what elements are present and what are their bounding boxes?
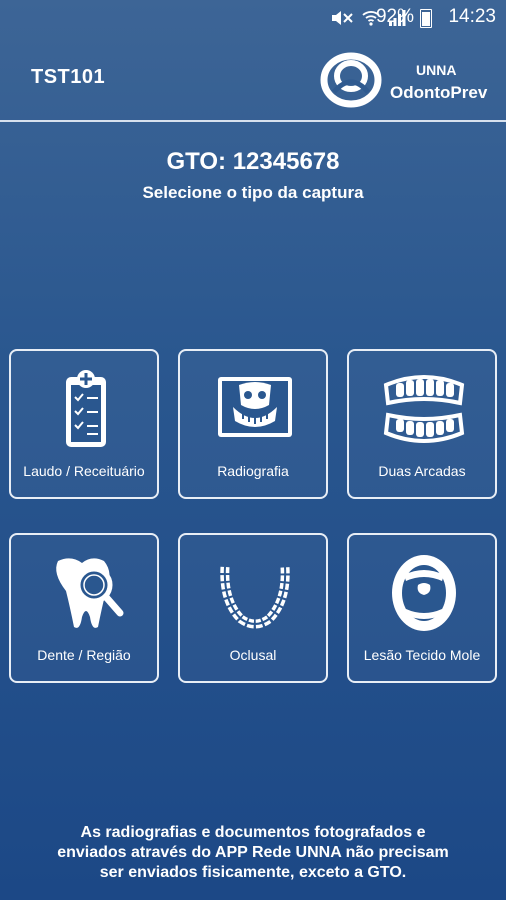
tile-lesao-tecido-mole[interactable]: Lesão Tecido Mole: [347, 533, 497, 683]
open-mouth-icon: [392, 555, 456, 631]
tooth-magnifier-icon: [56, 558, 124, 628]
tile-laudo-receituario[interactable]: Laudo / Receituário: [9, 349, 159, 499]
tile-label: Laudo / Receituário: [23, 463, 145, 479]
tile-oclusal[interactable]: Oclusal: [178, 533, 328, 683]
teeth-arches-icon: [383, 375, 465, 443]
tile-radiografia[interactable]: Radiografia: [178, 349, 328, 499]
clipboard-icon: [66, 370, 106, 447]
footer-line: As radiografias e documentos fotografado…: [80, 824, 426, 841]
tile-label: Oclusal: [229, 647, 277, 663]
tile-label: Lesão Tecido Mole: [363, 647, 481, 663]
footer-line: enviados através do APP Rede UNNA não pr…: [57, 844, 449, 861]
logo-odontoprev-text: OdontoPrev: [390, 83, 488, 102]
radiograph-icon: [218, 377, 292, 437]
gto-number: GTO: 12345678: [166, 148, 340, 175]
tile-dente-regiao[interactable]: Dente / Região: [9, 533, 159, 683]
tile-duas-arcadas[interactable]: Duas Arcadas: [347, 349, 497, 499]
footer-line: ser enviados fisicamente, exceto a GTO.: [99, 864, 407, 881]
header-divider: [0, 120, 506, 122]
capture-type-subtitle: Selecione o tipo da captura: [142, 183, 364, 202]
status-bar: 92% 14:23: [0, 0, 506, 36]
header-title: TST101: [31, 66, 106, 88]
logo-unna-text: UNNA: [416, 62, 457, 78]
mute-icon: [332, 11, 353, 25]
tile-label: Dente / Região: [37, 647, 131, 663]
occlusal-arch-icon: [220, 566, 290, 629]
tile-label: Duas Arcadas: [378, 463, 466, 479]
logo-mark-icon: [320, 52, 382, 108]
app-header: TST101 UNNA OdontoPrev: [0, 36, 506, 120]
unna-odontoprev-logo: UNNA OdontoPrev: [320, 52, 490, 108]
status-time: 14:23: [448, 6, 496, 27]
tile-label: Radiografia: [217, 463, 289, 479]
battery-percent: 92%: [375, 6, 414, 27]
footer-note: As radiografias e documentos fotografado…: [0, 823, 506, 883]
battery-icon: [420, 9, 432, 28]
